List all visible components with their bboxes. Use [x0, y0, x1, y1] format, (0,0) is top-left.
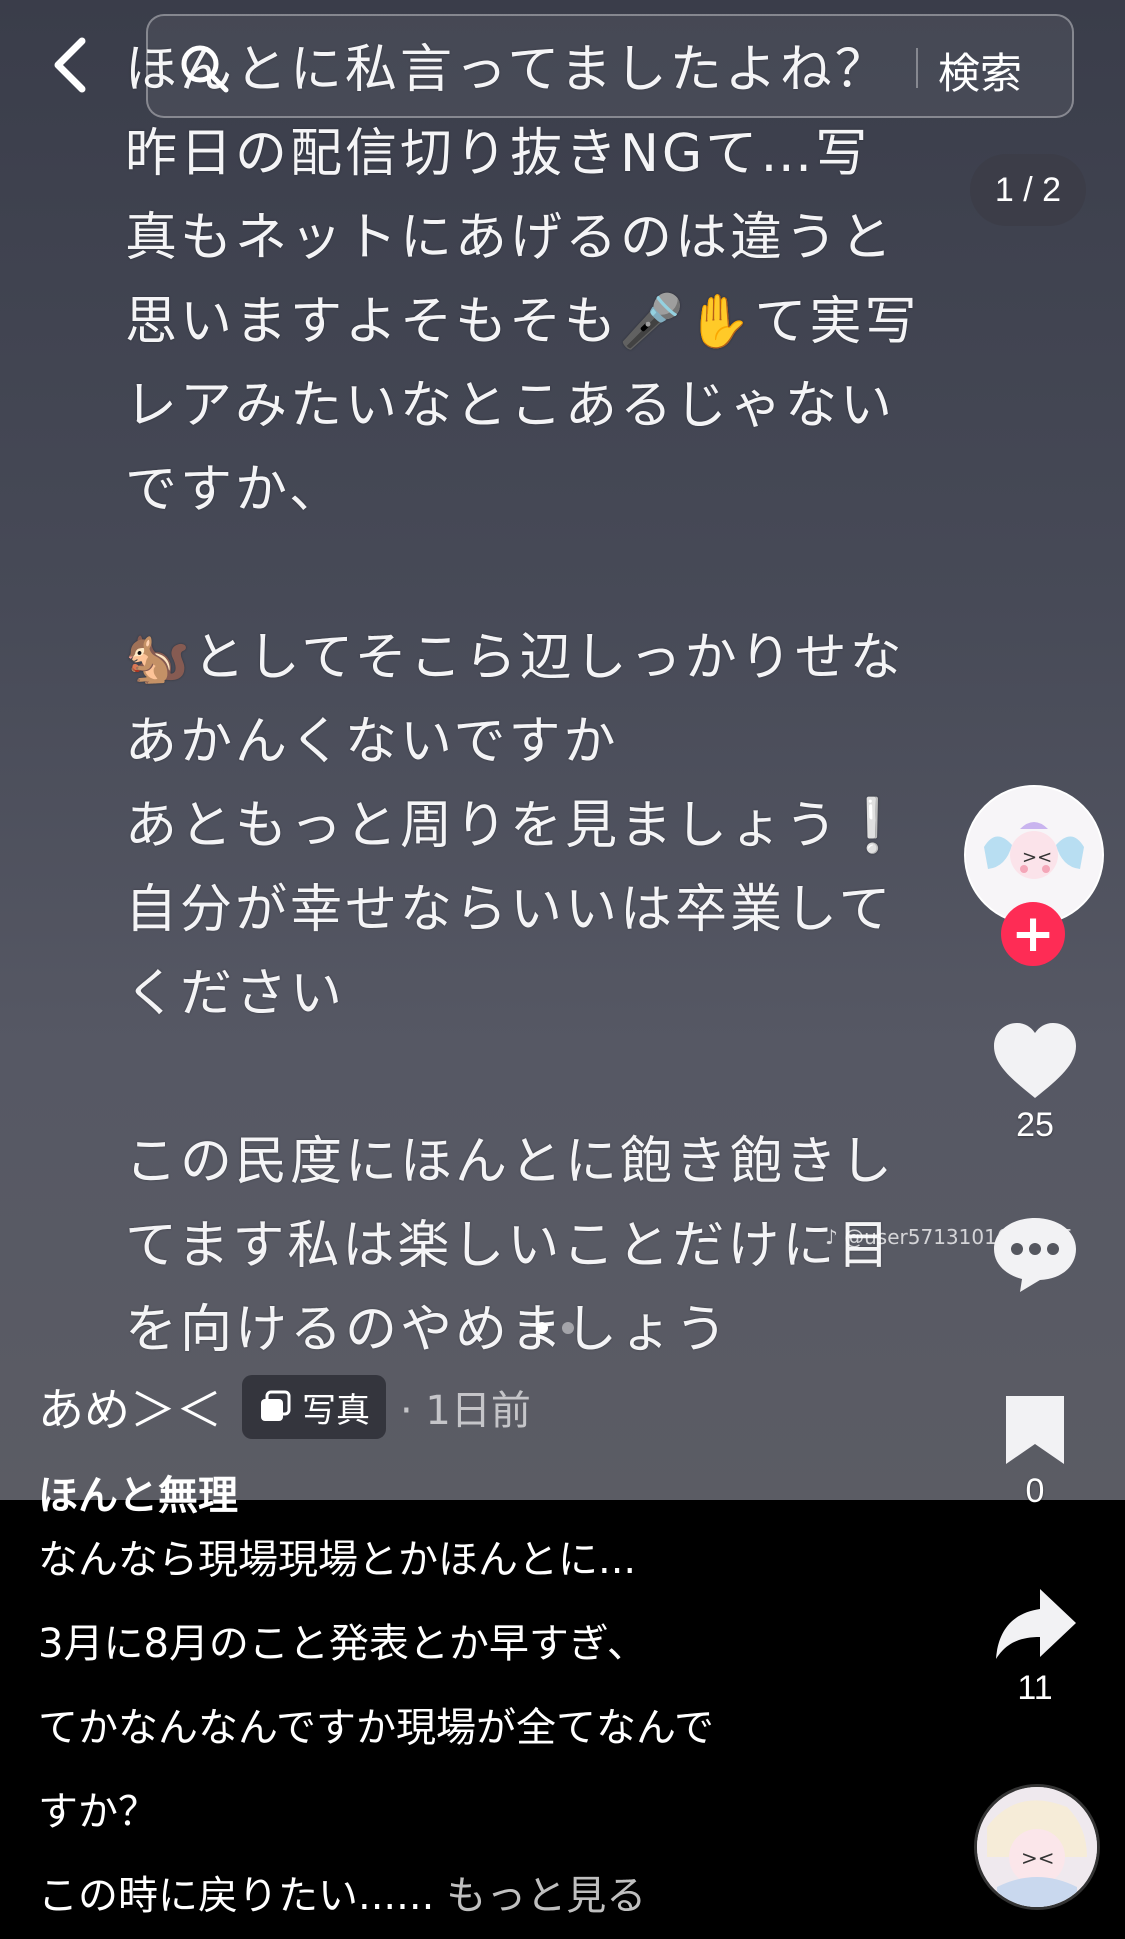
photo-slide[interactable]: ほんとに私言ってましたよね？ 昨日の配信切り抜きNGて…写 真もネットにあげるの… [0, 0, 1125, 1500]
heart-icon [994, 1023, 1076, 1098]
caption-line: てかなんなんですか現場が全てなんで [38, 1705, 714, 1751]
photo-stack-icon [261, 1390, 291, 1421]
slide-dot [562, 1322, 574, 1334]
photo-type-label: 写真 [302, 1390, 370, 1431]
plus-icon: + [1011, 904, 1055, 964]
follow-button[interactable]: + [1001, 902, 1065, 966]
author-name[interactable]: あめ＞＜ [38, 1374, 222, 1440]
share-count: 11 [1017, 1669, 1053, 1707]
bookmark-count: 0 [1025, 1472, 1045, 1510]
svg-text:><: >< [1021, 1846, 1055, 1870]
see-more-link[interactable]: もっと見る [446, 1873, 646, 1919]
post-time: · 1日前 [400, 1388, 531, 1434]
share-icon [996, 1589, 1076, 1659]
photo-text: ほんとに私言ってましたよね？ 昨日の配信切り抜きNGて…写 真もネットにあげるの… [125, 40, 920, 1360]
slide-dots [536, 1322, 574, 1334]
music-disc-icon: >< [977, 1787, 1097, 1907]
slide-dot-active [536, 1322, 548, 1334]
like-button[interactable]: 25 [985, 1020, 1085, 1145]
caption-line: この時に戻りたい...... [38, 1873, 435, 1919]
search-bar[interactable]: 検索 [146, 14, 1074, 118]
music-disc[interactable]: >< [974, 1784, 1100, 1910]
caption-line: すか？ [38, 1789, 158, 1835]
caption-line-last: この時に戻りたい...... もっと見る [38, 1854, 918, 1938]
back-arrow-icon [54, 37, 86, 93]
post-caption[interactable]: なんなら現場現場とかほんとに... 3月に8月のこと発表とか早すぎ、 てかなんな… [38, 1518, 918, 1938]
bookmark-button[interactable]: 0 [985, 1392, 1085, 1511]
back-button[interactable] [40, 30, 100, 100]
comment-icon [994, 1218, 1076, 1292]
like-count: 25 [1016, 1106, 1054, 1144]
share-button[interactable]: 11 [985, 1585, 1085, 1708]
author-row: あめ＞＜ 写真 · 1日前 [38, 1374, 531, 1440]
post-title: ほんと無理 [38, 1473, 238, 1519]
search-icon [181, 45, 229, 93]
slide-counter: 1 / 2 [970, 154, 1086, 226]
caption-line: なんなら現場現場とかほんとに... [38, 1537, 637, 1583]
search-divider [916, 48, 918, 88]
comment-button[interactable] [985, 1212, 1085, 1298]
bookmark-icon [1006, 1396, 1064, 1464]
caption-line: 3月に8月のこと発表とか早すぎ、 [38, 1621, 647, 1667]
search-button[interactable]: 検索 [938, 40, 1022, 101]
photo-type-badge: 写真 [242, 1375, 386, 1439]
svg-text:><: >< [1022, 847, 1052, 868]
